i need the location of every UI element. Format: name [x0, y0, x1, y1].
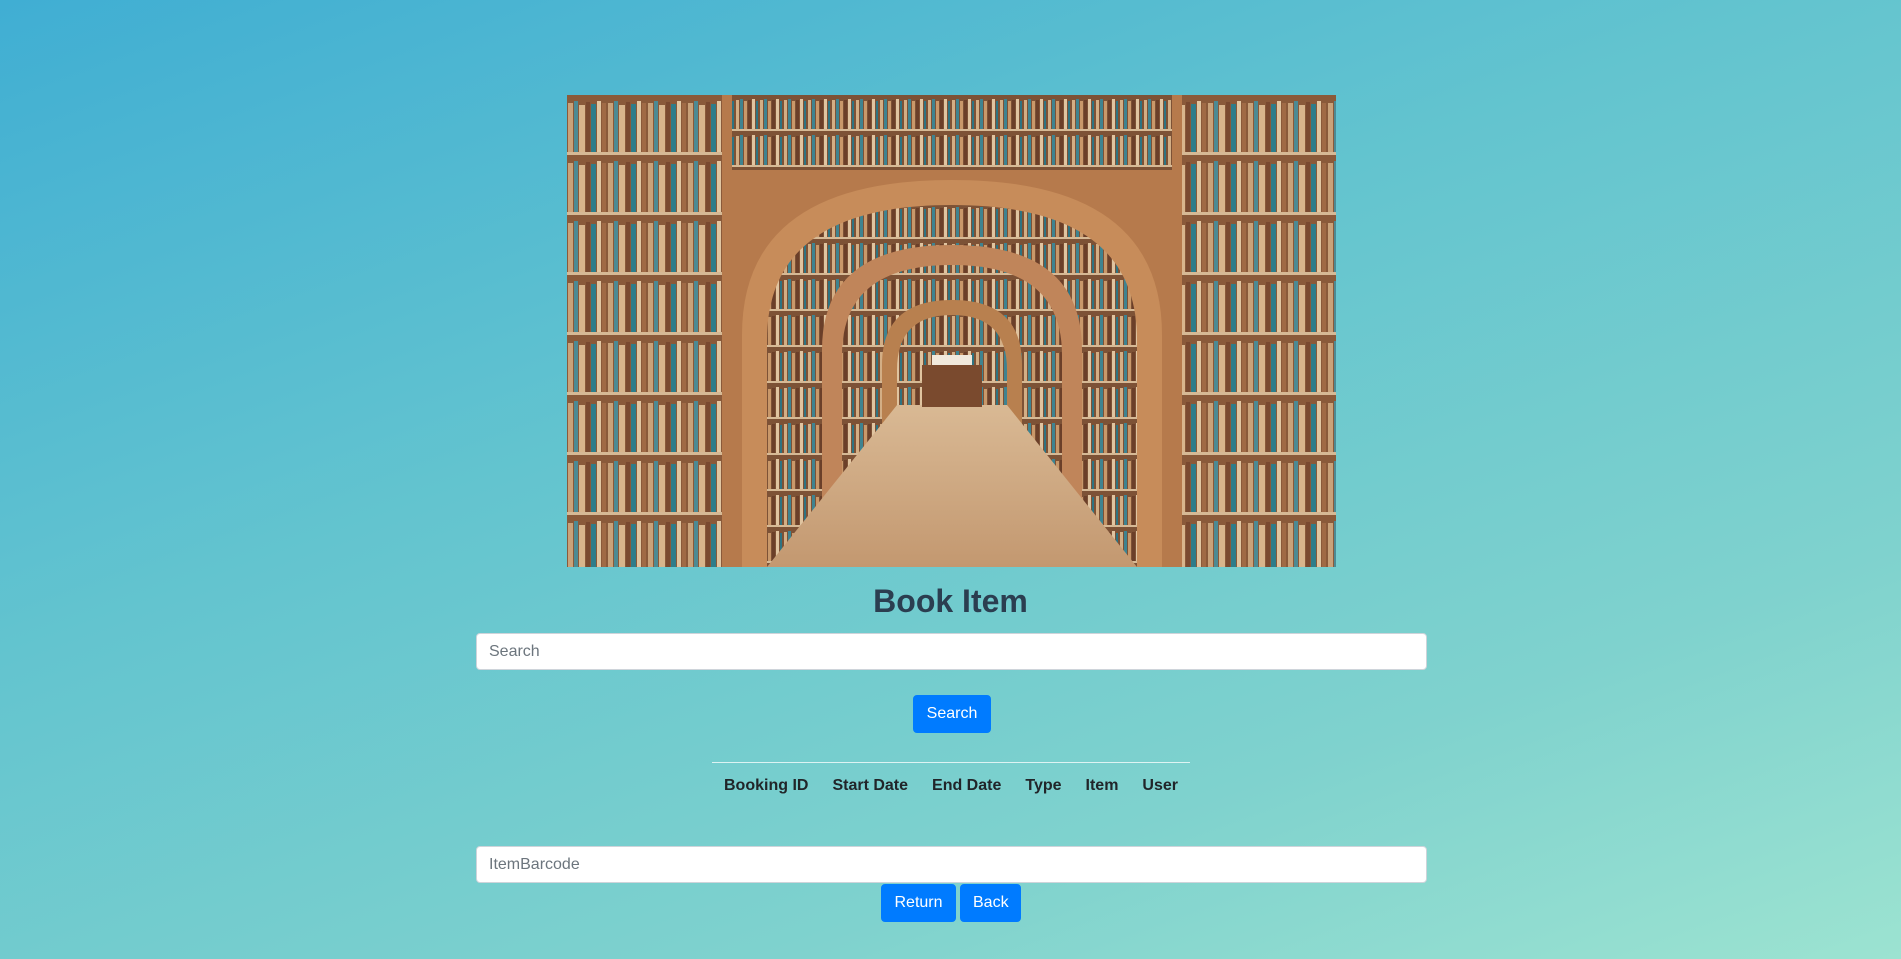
column-header-booking-id: Booking ID: [724, 777, 809, 794]
return-button[interactable]: Return: [881, 884, 956, 922]
column-header-type: Type: [1025, 777, 1062, 794]
column-header-item: Item: [1085, 777, 1119, 794]
search-button[interactable]: Search: [913, 695, 991, 733]
back-button[interactable]: Back: [960, 884, 1021, 922]
item-barcode-input[interactable]: [476, 846, 1427, 883]
column-header-user: User: [1142, 777, 1178, 794]
search-input[interactable]: [476, 633, 1427, 670]
bookings-table: Booking ID Start Date End Date Type Item…: [712, 762, 1190, 807]
column-header-end-date: End Date: [932, 777, 1002, 794]
library-hero-image: [567, 95, 1336, 567]
column-header-start-date: Start Date: [832, 777, 909, 794]
page-title: Book Item: [873, 583, 1028, 619]
table-header-row: Booking ID Start Date End Date Type Item…: [712, 763, 1190, 808]
